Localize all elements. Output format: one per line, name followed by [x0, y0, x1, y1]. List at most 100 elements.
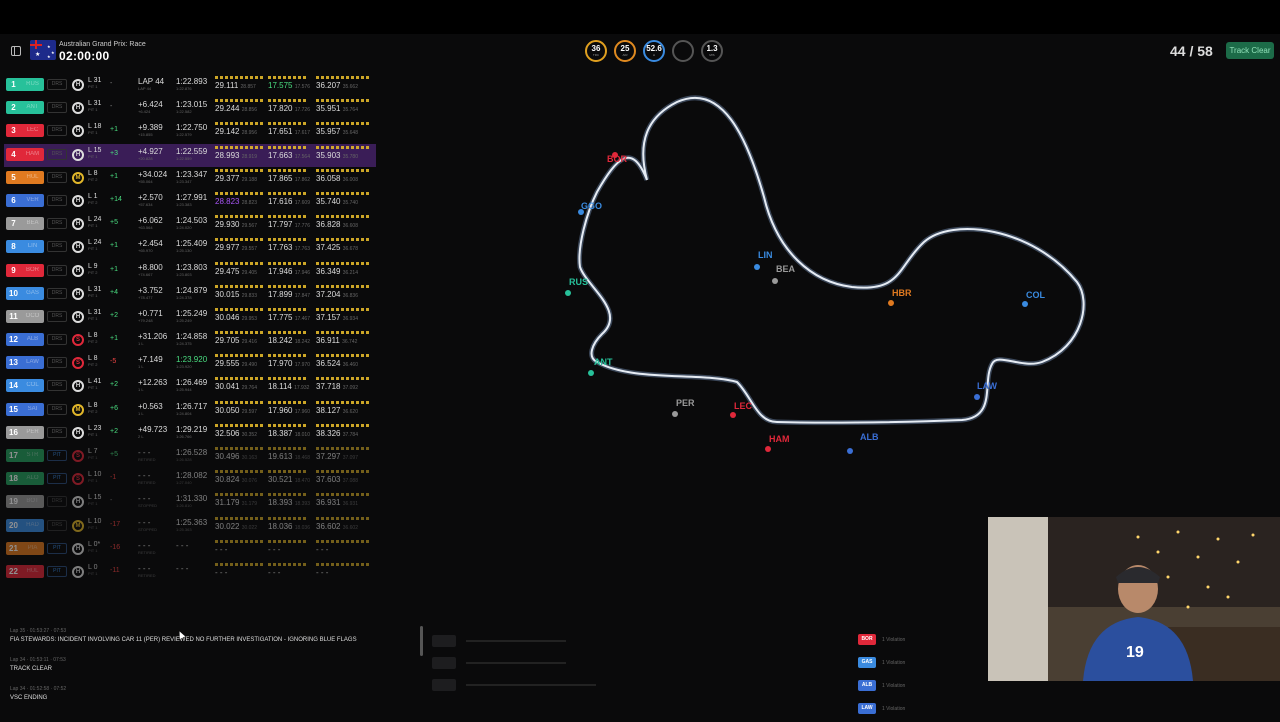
race-control-feed[interactable]: Lap 35 · 01:53:27 · 07:53 FIA STEWARDS: I…: [4, 624, 420, 722]
tyre-age: L 0 PIT 1: [88, 563, 98, 576]
driver-row[interactable]: 18 ALO PIT S L 10 PIT 1 -1 - - - RETIRED 1…: [4, 468, 376, 491]
driver-row[interactable]: 21 PIA PIT H L 0* PIT 1 -16 - - - RETIRED …: [4, 538, 376, 561]
tyre-age: L 10 PIT 1: [88, 471, 102, 484]
driver-row[interactable]: 6 VER DRS H L 1 PIT 2 +14 +2.570 +57.634 1…: [4, 190, 376, 213]
driver-row[interactable]: 7 BEA DRS H L 24 PIT 1 +5 +6.062 +63.564 1…: [4, 213, 376, 236]
sector-1: 30.824 30.076: [215, 470, 265, 490]
driver-row[interactable]: 17 STR PIT S L 7 PIT 1 +5 - - - RETIRED 1:…: [4, 445, 376, 468]
sector-3: 35.740 35.740: [316, 191, 371, 212]
driver-row[interactable]: 15 SAI DRS M L 8 PIT 2 +6 +0.563 1 L 1:26.…: [4, 399, 376, 422]
driver-code: SAI: [27, 405, 38, 412]
drs-indicator: DRS: [47, 496, 67, 508]
webcam-image: 19: [988, 517, 1280, 681]
car-position-dot: [974, 394, 980, 400]
driver-tag: 8 LIN: [6, 240, 44, 254]
driver-tag: 16 PER: [6, 425, 44, 439]
position-number: 20: [9, 520, 18, 530]
driver-row[interactable]: 3 LEC DRS H L 18 PIT 1 +1 +9.389 +15.855 1…: [4, 120, 376, 143]
violation-row: GAS 1 Violation: [858, 651, 988, 674]
tyre-compound-icon: H: [72, 264, 84, 277]
tyre-compound-icon: H: [72, 125, 84, 138]
position-delta: +1: [110, 126, 118, 134]
driver-tag: 2 ANT: [6, 101, 44, 115]
sector-2: 19.613 18.468: [268, 447, 318, 467]
position-delta: -17: [110, 520, 121, 528]
tyre-age: L 24 PIT 1: [88, 216, 102, 229]
gap-interval: +8.800 +74.667: [138, 262, 163, 277]
sector-3: 37.204 36.836: [316, 284, 371, 305]
driver-row[interactable]: 4 HAM DRS H L 15 PIT 1 +3 +4.927 +20.828 1…: [4, 143, 376, 167]
sector-3: 36.602 36.602: [316, 516, 371, 537]
driver-row[interactable]: 12 ALB DRS S L 8 PIT 2 +1 +31.206 1 L 1:24…: [4, 329, 376, 352]
violation-driver-badge: LAW: [858, 703, 876, 714]
position-delta: +5: [110, 451, 118, 458]
tyre-compound-icon: H: [72, 380, 84, 393]
driver-tag: 14 COL: [6, 379, 44, 393]
header-bar: ★ ★ ★ ★ Australian Grand Prix: Race 02:0…: [0, 34, 1280, 70]
position-delta: +5: [110, 219, 118, 227]
car-position-dot: [612, 152, 618, 158]
race-control-message: Lap 35 · 01:53:27 · 07:53 FIA STEWARDS: I…: [10, 628, 357, 643]
drs-indicator: DRS: [47, 334, 67, 346]
lap-time: 1:29.219 1:26.766: [176, 424, 208, 439]
car-position-dot: [730, 412, 736, 418]
driver-row[interactable]: 16 PER DRS H L 23 PIT 1 +2 +49.723 2 L 1:2…: [4, 422, 376, 445]
tyre-compound-icon: H: [72, 102, 84, 115]
sector-3: 36.828 36.608: [316, 215, 371, 235]
position-number: 12: [9, 335, 18, 345]
sector-2: 17.970 17.970: [268, 354, 318, 374]
sector-2: 17.775 17.467: [268, 307, 318, 328]
driver-row[interactable]: 13 LAW DRS S L 8 PIT 2 -5 +7.149 1 L 1:23.…: [4, 352, 376, 375]
drs-indicator: DRS: [47, 148, 67, 160]
tyre-compound-icon: S: [72, 334, 84, 347]
position-delta: +1: [110, 265, 118, 273]
driver-row[interactable]: 22 HUL PIT H L 0 PIT 1 -11 - - - RETIRED -…: [4, 561, 376, 584]
driver-row[interactable]: 19 BOT DRS H L 15 PIT 1 - - - - STOPPED 1:…: [4, 491, 376, 514]
driver-row[interactable]: 2 ANT DRS H L 31 PIT 1 - +6.424 +6.424 1:2…: [4, 97, 376, 120]
drs-indicator: PIT: [47, 450, 67, 461]
lap-time: 1:26.469 1:25.944: [176, 378, 208, 393]
tyre-age: L 15 PIT 1: [88, 494, 102, 507]
race-title: Australian Grand Prix: Race: [59, 41, 146, 48]
driver-code: LEC: [26, 127, 39, 134]
tyre-age: L 18 PIT 1: [88, 123, 102, 136]
track-map-svg: [576, 95, 1087, 426]
gap-interval: +3.752 +78.477: [138, 285, 163, 300]
sector-1: 32.506 30.352: [215, 423, 265, 444]
sector-2: - - -: [268, 562, 318, 583]
driver-tag: 5 HUL: [6, 170, 44, 184]
sector-3: 36.207 35.662: [316, 76, 371, 96]
gap-interval: - - - RETIRED: [138, 448, 156, 462]
race-control-scrollbar[interactable]: [420, 626, 423, 656]
driver-code: GAS: [26, 289, 39, 296]
position-delta: -16: [110, 543, 121, 551]
track-driver-label: LEC: [734, 401, 752, 411]
driver-tag: 10 GAS: [6, 286, 44, 300]
tyre-age: L 31 PIT 1: [88, 77, 102, 89]
driver-row[interactable]: 1 RUS DRS H L 31 PIT 1 - LAP 44 LAP 44 1:2…: [4, 74, 376, 97]
driver-row[interactable]: 5 HUL DRS M L 8 PIT 2 +1 +34.024 +55.064 1…: [4, 167, 376, 190]
sidebar-toggle-icon[interactable]: [11, 46, 21, 56]
tyre-compound-icon: H: [72, 287, 84, 300]
driver-row[interactable]: 8 LIN DRS H L 24 PIT 1 +1 +2.454 +65.970 1…: [4, 236, 376, 259]
sector-2: - - -: [268, 539, 318, 560]
driver-row[interactable]: 11 OCO DRS H L 31 PIT 1 +2 +0.771 +79.248 …: [4, 306, 376, 329]
drs-indicator: DRS: [47, 218, 67, 230]
tyre-age: L 23 PIT 1: [88, 424, 102, 437]
driver-row[interactable]: 14 COL DRS H L 41 PIT 1 +2 +12.263 1 L 1:2…: [4, 375, 376, 398]
driver-code: BOT: [26, 498, 39, 505]
track-driver-label: LIN: [758, 250, 773, 260]
sector-3: 38.127 36.620: [316, 400, 371, 421]
driver-row[interactable]: 10 GAS DRS H L 31 PIT 1 +4 +3.752 +78.477 …: [4, 283, 376, 306]
car-position-dot: [847, 448, 853, 454]
car-position-dot: [1022, 301, 1028, 307]
lap-time: - - -: [176, 563, 189, 573]
position-delta: -11: [110, 566, 120, 574]
driver-code: HUL: [26, 173, 39, 180]
position-number: 2: [11, 103, 16, 113]
driver-row[interactable]: 9 BOR DRS H L 9 PIT 2 +1 +8.800 +74.667 1:…: [4, 260, 376, 283]
position-number: 8: [11, 242, 16, 252]
driver-code: ALO: [26, 475, 39, 482]
driver-row[interactable]: 20 HAD DRS M L 10 PIT 1 -17 - - - STOPPED …: [4, 515, 376, 538]
drs-indicator: DRS: [47, 380, 67, 392]
